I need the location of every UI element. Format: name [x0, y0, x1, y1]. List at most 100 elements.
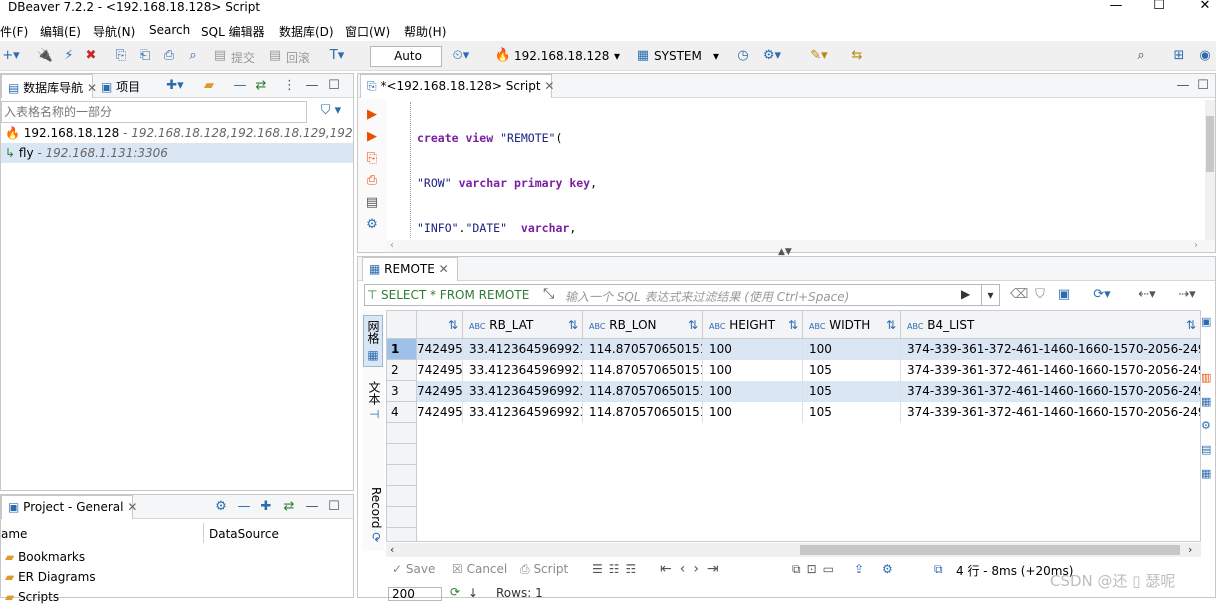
fetch-size-input[interactable]: 200	[388, 587, 442, 601]
menu-search[interactable]: Search	[149, 23, 190, 37]
table-cell[interactable]: 100	[703, 402, 803, 423]
table-row[interactable]: 3 742495 33.4123645969923 114.8705706501…	[387, 381, 1200, 402]
chart-icon[interactable]: ▥	[1201, 371, 1211, 384]
tab-grid-view[interactable]: 网格 ▦	[363, 315, 383, 367]
table-row[interactable]: 4 742495 33.4123645969923 114.8705706501…	[387, 402, 1200, 423]
table-cell[interactable]: 105	[803, 381, 901, 402]
dashboard-icon[interactable]: ◷	[734, 48, 752, 64]
apply-filter-icon[interactable]: ▶	[961, 287, 970, 301]
execute-statement-icon[interactable]: ▶	[364, 107, 380, 123]
new-connection-icon[interactable]: +▾	[0, 48, 22, 64]
row-number[interactable]: 3	[387, 381, 417, 402]
sql-editor-icon[interactable]: ⎘	[112, 48, 130, 64]
tab-project[interactable]: ▣ 项目	[95, 74, 147, 98]
tab-results-remote[interactable]: ▦ REMOTE ✕	[362, 257, 458, 281]
scroll-thumb[interactable]	[1206, 116, 1214, 172]
dbeaver-perspective-icon[interactable]: ◉	[1196, 48, 1214, 64]
table-cell[interactable]: 33.4123645969923	[463, 360, 583, 381]
back-icon[interactable]: ⇠▾	[1132, 287, 1162, 303]
save-filter-icon[interactable]: ▣	[1056, 287, 1072, 303]
rollback-button[interactable]: 回滚	[286, 49, 310, 66]
project-item-bookmarks[interactable]: ▰ Bookmarks	[5, 547, 85, 567]
table-cell[interactable]: 742495	[417, 381, 463, 402]
maximize-panel-icon[interactable]: ☐	[327, 499, 341, 515]
tab-project-general[interactable]: ▣ Project - General ✕	[1, 495, 137, 519]
project-item-scripts[interactable]: ▰ Scripts	[5, 587, 59, 607]
open-script-icon[interactable]: ⎗	[136, 48, 154, 64]
maximize-panel-icon[interactable]: ☐	[327, 78, 341, 94]
table-cell[interactable]: 374-339-361-372-461-1460-1660-1570-2056-…	[901, 339, 1200, 360]
new-connection-icon[interactable]: ✚▾	[161, 78, 189, 94]
link-editor-icon[interactable]: ⇄	[281, 499, 297, 515]
table-cell[interactable]: 105	[803, 402, 901, 423]
tree-item-connection-2[interactable]: ↳ fly - 192.168.1.131:3306	[1, 143, 353, 163]
filter-bar[interactable]: ⊤ SELECT * FROM REMOTE ⤡ 输入一个 SQL 表达式来过滤…	[364, 284, 1000, 306]
save-button[interactable]: ✓ Save	[392, 562, 435, 576]
schema-dropdown-icon[interactable]: ▾	[713, 49, 719, 63]
minimize-panel-icon[interactable]: —	[1176, 78, 1190, 94]
tab-record-view[interactable]: Record ⟳	[363, 487, 383, 549]
collapse-all-icon[interactable]: —	[233, 78, 247, 94]
tab-database-navigator[interactable]: ▤ 数据库导航 ✕	[1, 74, 97, 98]
menu-help[interactable]: 帮助(H)	[404, 23, 446, 40]
new-script-icon[interactable]: ⎙	[160, 48, 178, 64]
menu-edit[interactable]: 编辑(E)	[40, 23, 81, 40]
commit-icon[interactable]: ▤	[213, 48, 227, 64]
collapse-icon[interactable]: —	[237, 499, 251, 515]
expand-icon[interactable]: ⤡	[543, 286, 554, 302]
recent-script-icon[interactable]: ⌕	[184, 48, 202, 64]
pagination-icons[interactable]: ⇤‹›⇥	[660, 562, 727, 576]
filter-history-icon[interactable]: ▾	[981, 285, 999, 305]
filter-icon[interactable]: ⛉ ▾	[313, 103, 349, 119]
table-cell[interactable]: 374-339-361-372-461-1460-1660-1570-2056-…	[901, 381, 1200, 402]
perspective-icon[interactable]: ⊞	[1170, 48, 1188, 64]
link-icon[interactable]: ⇆	[848, 48, 866, 64]
menu-file[interactable]: 件(F)	[0, 23, 28, 40]
column-header-width[interactable]: ABC WIDTH ⇅	[803, 311, 901, 339]
plug-icon[interactable]: 🔌	[36, 48, 54, 64]
table-cell[interactable]: 105	[803, 360, 901, 381]
column-header-datasource[interactable]: DataSource	[209, 527, 279, 541]
settings-icon[interactable]: ⚙	[364, 217, 380, 233]
export-icon[interactable]: ⇪	[854, 562, 864, 576]
minimize-icon[interactable]: —	[1101, 0, 1131, 14]
execute-script-icon[interactable]: ▶	[364, 129, 380, 145]
sort-icon[interactable]: ⇅	[568, 311, 578, 339]
sort-icon[interactable]: ⇅	[886, 311, 896, 339]
cancel-button[interactable]: ☒ Cancel	[452, 562, 507, 576]
project-item-er-diagrams[interactable]: ▰ ER Diagrams	[5, 567, 96, 587]
view-icons[interactable]: ⧉⊡▭	[792, 562, 840, 577]
layout-icon[interactable]: ▤	[1201, 443, 1211, 456]
table-cell[interactable]: 374-339-361-372-461-1460-1660-1570-2056-…	[901, 360, 1200, 381]
column-header-b4-list[interactable]: ABC B4_LIST ⇅	[901, 311, 1200, 339]
link-editor-icon[interactable]: ⇄	[253, 78, 269, 94]
view-menu-icon[interactable]: ⋮	[283, 78, 296, 94]
filter-input[interactable]: 输入一个 SQL 表达式来过滤结果 (使用 Ctrl+Space)	[565, 288, 849, 305]
refresh-icon[interactable]: ⟳	[450, 585, 460, 599]
script-button[interactable]: ⎙ Script	[520, 562, 568, 577]
row-number[interactable]: 4	[387, 402, 417, 423]
column-header-rb-lon[interactable]: ABC RB_LON ⇅	[583, 311, 703, 339]
minimize-panel-icon[interactable]: —	[305, 78, 319, 94]
editor-vertical-scrollbar[interactable]	[1205, 100, 1215, 240]
settings-icon[interactable]: ⚙	[1201, 419, 1211, 432]
table-cell[interactable]: 742495	[417, 360, 463, 381]
sort-icon[interactable]: ⇅	[788, 311, 798, 339]
menu-sql-editor[interactable]: SQL 编辑器	[201, 23, 265, 40]
scroll-thumb[interactable]	[800, 545, 1180, 555]
settings-icon[interactable]: ⚙	[882, 562, 893, 576]
table-cell[interactable]: 33.4123645969923	[463, 402, 583, 423]
table-cell[interactable]: 33.4123645969923	[463, 381, 583, 402]
sort-icon[interactable]: ⇅	[1186, 311, 1196, 339]
sort-icon[interactable]: ⇅	[448, 318, 458, 332]
tab-script[interactable]: ⎘ *<192.168.18.128> Script ✕	[360, 74, 554, 98]
scroll-right-icon[interactable]: ›	[1188, 543, 1192, 556]
forward-icon[interactable]: ⇢▾	[1172, 287, 1202, 303]
connect-icon[interactable]: ⚡	[60, 48, 78, 64]
connection-dropdown-icon[interactable]: ▾	[614, 49, 620, 63]
table-icon[interactable]: ▦	[1201, 467, 1211, 480]
row-edit-icons[interactable]: ☰☷☶	[592, 562, 642, 576]
column-header-rb-lat[interactable]: ABC RB_LAT ⇅	[463, 311, 583, 339]
editor-horizontal-scrollbar[interactable]: ‹ ›	[386, 240, 1215, 252]
row-number[interactable]: 2	[387, 360, 417, 381]
